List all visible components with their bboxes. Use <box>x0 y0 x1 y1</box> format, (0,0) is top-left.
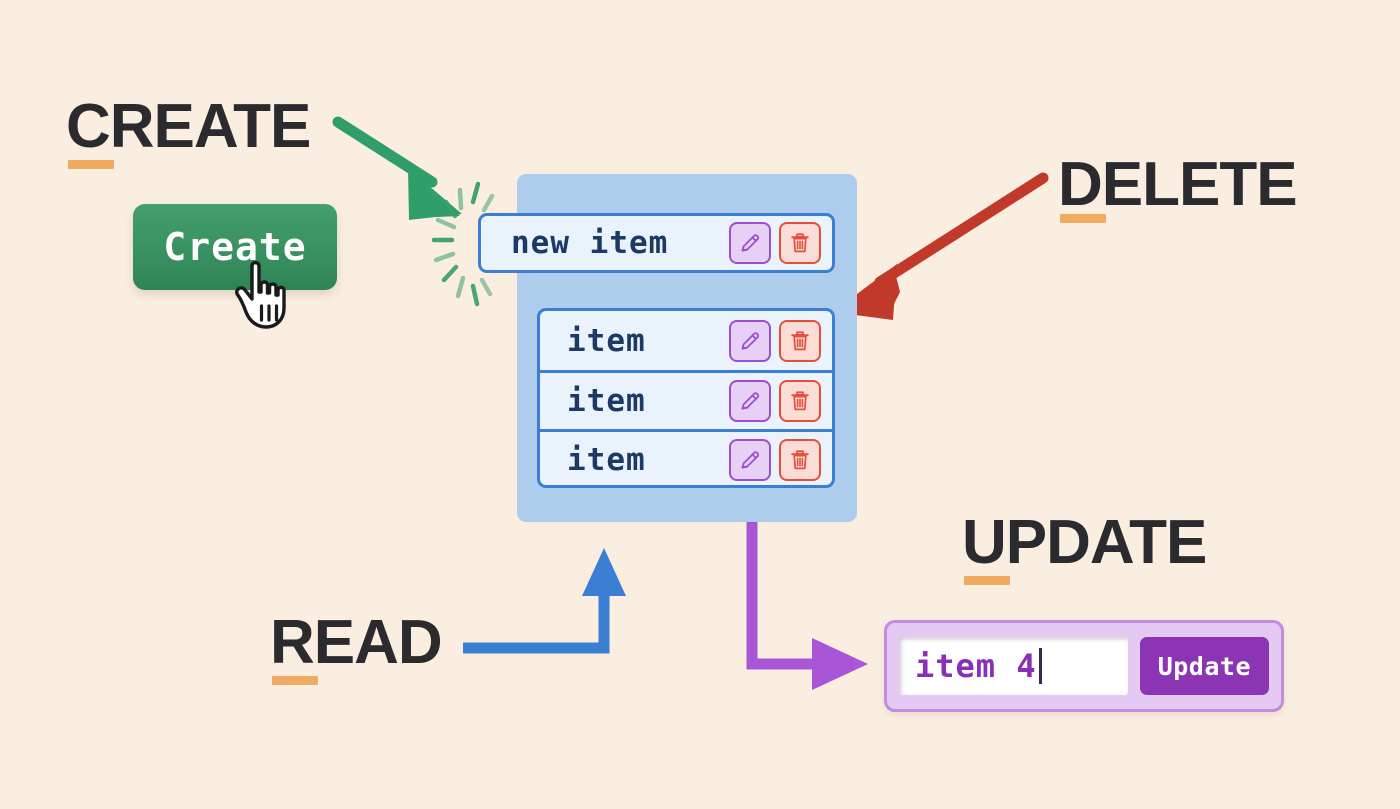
edit-button[interactable] <box>729 222 771 264</box>
label-update: UPDATE <box>962 508 1207 577</box>
edit-button[interactable] <box>729 380 771 422</box>
label-delete: DELETE <box>1058 150 1298 219</box>
underline-delete <box>1060 214 1106 223</box>
create-button-label: Create <box>163 225 307 269</box>
text-caret <box>1038 648 1042 684</box>
row-actions <box>729 439 832 481</box>
underline-create <box>68 160 114 169</box>
list-row[interactable]: item <box>540 429 832 485</box>
label-read: READ <box>270 608 443 677</box>
list-row-new-item[interactable]: new item <box>478 213 835 273</box>
list-items-group: item item item <box>537 308 835 488</box>
delete-arrow <box>833 172 1049 320</box>
update-button[interactable]: Update <box>1139 637 1269 695</box>
row-actions <box>729 319 832 362</box>
list-row-text: item <box>567 383 646 419</box>
update-form-panel: item 4 Update <box>884 620 1284 712</box>
edit-button[interactable] <box>729 319 771 362</box>
row-actions <box>729 222 832 264</box>
list-row-text: item <box>567 442 646 478</box>
create-arrow <box>332 116 462 220</box>
pencil-icon <box>741 451 760 469</box>
read-arrow <box>463 548 626 654</box>
trash-icon <box>791 450 809 470</box>
pencil-icon <box>741 392 760 410</box>
crud-diagram: CREATE DELETE READ UPDATE Create new ite… <box>0 0 1400 809</box>
list-row[interactable]: item <box>540 370 832 429</box>
delete-button[interactable] <box>779 319 821 362</box>
list-row-text: new item <box>511 225 669 261</box>
pencil-icon <box>741 331 760 349</box>
underline-read <box>272 676 318 685</box>
trash-icon <box>791 330 809 350</box>
trash-icon <box>791 391 809 411</box>
delete-button[interactable] <box>779 380 821 422</box>
list-row[interactable]: item <box>540 311 832 370</box>
delete-button[interactable] <box>779 222 821 264</box>
edit-button[interactable] <box>729 439 771 481</box>
update-input[interactable]: item 4 <box>899 637 1128 695</box>
pencil-icon <box>741 234 760 252</box>
underline-update <box>964 576 1010 585</box>
delete-button[interactable] <box>779 439 821 481</box>
update-button-label: Update <box>1157 651 1251 681</box>
row-actions <box>729 380 832 422</box>
update-input-value: item 4 <box>915 647 1037 685</box>
list-row-text: item <box>567 322 646 359</box>
label-create: CREATE <box>66 92 311 161</box>
trash-icon <box>791 233 809 253</box>
create-button[interactable]: Create <box>133 204 337 290</box>
